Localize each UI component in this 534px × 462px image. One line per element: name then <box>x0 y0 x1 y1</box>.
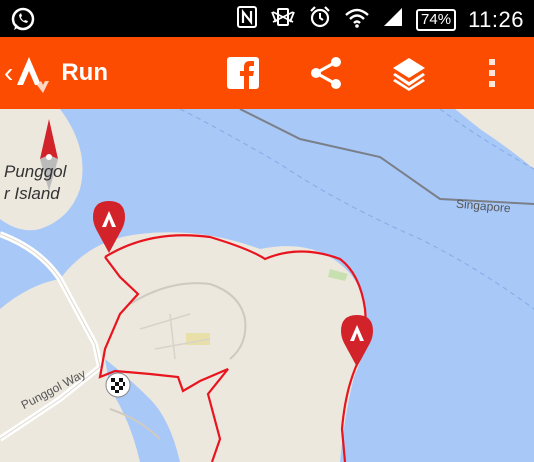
overflow-menu-icon <box>489 59 495 87</box>
page-title: Run <box>61 59 108 86</box>
chevron-left-icon: ‹ <box>4 57 14 88</box>
share-button[interactable] <box>304 51 348 95</box>
strava-logo-icon <box>13 49 55 98</box>
map-canvas <box>0 109 534 462</box>
alarm-icon <box>308 5 332 35</box>
wifi-icon <box>344 6 370 34</box>
island-label-line-1: Punggol <box>4 162 67 181</box>
strava-marker-icon <box>93 201 125 253</box>
island-label-line-2: r Island <box>4 184 60 203</box>
app-bar: ‹ Run <box>0 37 534 109</box>
finish-flag-icon <box>105 372 131 398</box>
facebook-share-button[interactable] <box>221 51 265 95</box>
up-navigation[interactable]: ‹ Run <box>4 51 108 95</box>
status-bar: 74% 11:26 <box>0 0 534 37</box>
end-marker[interactable] <box>341 315 373 372</box>
map-view[interactable]: Punggol r Island Singapore Punggol Way <box>0 109 534 462</box>
map-layers-button[interactable] <box>387 51 431 95</box>
facebook-icon <box>227 57 259 89</box>
start-marker[interactable] <box>93 201 125 258</box>
battery-indicator: 74% <box>416 9 457 31</box>
finish-flag-marker[interactable] <box>105 372 131 403</box>
nfc-icon <box>236 5 258 35</box>
vibrate-icon <box>270 5 296 35</box>
whatsapp-icon <box>10 6 36 37</box>
overflow-menu-button[interactable] <box>470 51 514 95</box>
share-icon <box>311 57 341 89</box>
signal-icon <box>382 6 404 34</box>
strava-marker-icon <box>341 315 373 367</box>
layers-icon <box>393 58 425 91</box>
island-label: Punggol r Island <box>4 161 66 205</box>
clock: 11:26 <box>468 7 524 32</box>
